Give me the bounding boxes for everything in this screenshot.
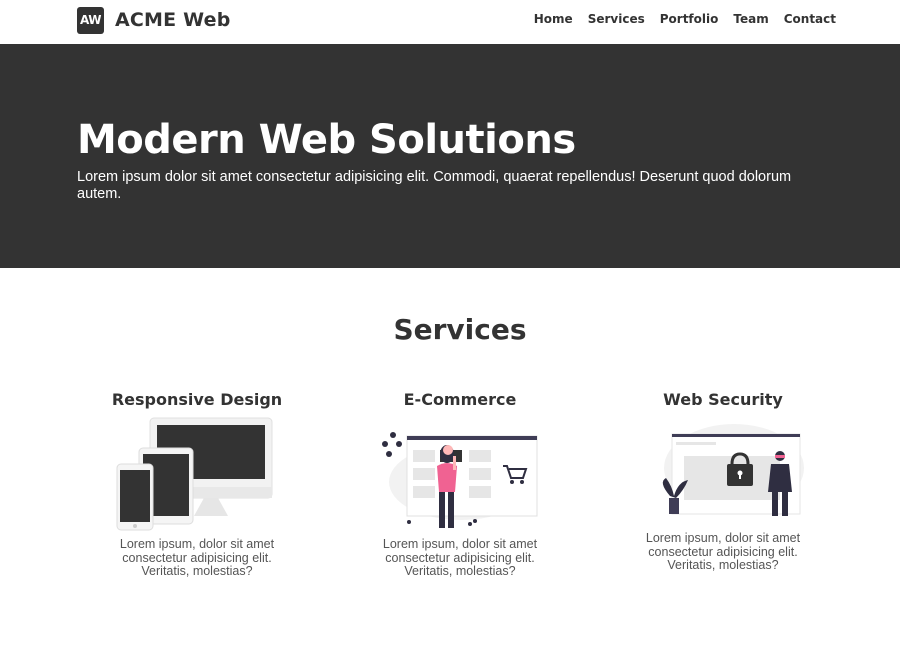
service-card-e-commerce: E-Commerce Lorem ipsum, dolor sit amet c… — [330, 388, 590, 579]
nav-link-home[interactable]: Home — [534, 12, 573, 26]
card-title: Web Security — [663, 390, 783, 409]
service-card-web-security: Web Security Lorem ipsum, dolor sit amet… — [593, 388, 853, 573]
security-illustration — [662, 424, 804, 516]
nav-link-contact[interactable]: Contact — [784, 12, 836, 26]
card-text: Lorem ipsum, dolor sit amet consectetur … — [119, 537, 275, 578]
navbar: AW ACME Web Home Services Portfolio Team… — [0, 0, 900, 44]
brand-name[interactable]: ACME Web — [115, 9, 231, 31]
card-title: Responsive Design — [111, 390, 283, 409]
card-text: Lorem ipsum, dolor sit amet consectetur … — [645, 531, 801, 572]
nav-menu: Home Services Portfolio Team Contact — [534, 12, 836, 26]
brand[interactable]: AW ACME Web — [77, 6, 231, 34]
services-heading: Services — [393, 313, 527, 346]
card-title: E-Commerce — [403, 390, 517, 409]
logo[interactable]: AW — [77, 6, 104, 34]
nav-link-services[interactable]: Services — [588, 12, 645, 26]
service-card-responsive-design: Responsive Design Lorem ipsum, dolor sit… — [67, 388, 327, 579]
shopping-illustration — [382, 432, 538, 528]
hero-section: Modern Web Solutions Lorem ipsum dolor s… — [0, 44, 900, 268]
nav-link-team[interactable]: Team — [733, 12, 768, 26]
card-text: Lorem ipsum, dolor sit amet consectetur … — [382, 537, 538, 578]
devices-illustration — [116, 417, 273, 531]
hero-text: Lorem ipsum dolor sit amet consectetur a… — [77, 169, 792, 202]
hero-title: Modern Web Solutions — [77, 117, 576, 163]
nav-link-portfolio[interactable]: Portfolio — [660, 12, 719, 26]
